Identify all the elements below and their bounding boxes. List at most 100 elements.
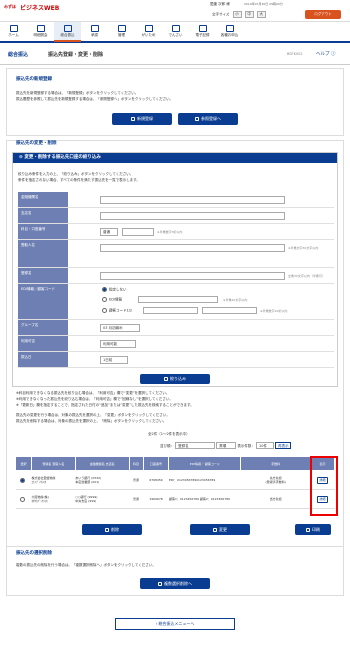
- font-size-small[interactable]: 小: [232, 11, 242, 18]
- th-account: 口座番号: [142, 456, 170, 471]
- globe-icon: [144, 25, 153, 32]
- nav-densai[interactable]: でんさい: [162, 22, 189, 42]
- table-row[interactable]: 大阪物産(株) ｵｵｻｶﾌﾞｯｻﾝ(ｶ ○○銀行 (9999) 中央支店 (999)…: [15, 489, 335, 509]
- results-table: 選択 登録名 受取人名 金融機関名 支店名 科目 口座番号 EDI情報／ 顧客コ…: [15, 456, 335, 509]
- new-registration-button[interactable]: 新規登録: [112, 113, 172, 125]
- redisplay-button[interactable]: 再表示: [275, 442, 292, 449]
- help-link[interactable]: ヘルプ ⓘ: [316, 51, 335, 57]
- th-fee: 手数料: [240, 456, 312, 471]
- nav-transfer[interactable]: 総合振込: [54, 22, 81, 42]
- result-count: 全2件（1～2件を表示中）: [148, 432, 190, 436]
- sort-label: 並び順：: [160, 444, 174, 448]
- nav-foreign[interactable]: がいため: [135, 22, 162, 42]
- row-select[interactable]: [15, 489, 32, 509]
- search-icon: [164, 377, 168, 381]
- font-size-medium[interactable]: 中: [244, 11, 254, 18]
- nav-home[interactable]: ホーム: [0, 22, 27, 42]
- payee-input[interactable]: [100, 244, 285, 252]
- screen-code: BSFK002: [287, 52, 303, 56]
- form-icon: [225, 25, 234, 32]
- new-registration-text1: 振込先を新規登録する場合は、「新規登録」ボタンをクリックしてください。: [16, 91, 139, 95]
- label-bank: 金融機関名: [18, 192, 68, 207]
- row-usage: 利用可否 利用可能: [18, 336, 334, 352]
- nav-erecord[interactable]: 電子記録: [189, 22, 216, 42]
- trash-icon: [158, 582, 162, 586]
- nav-admin[interactable]: 管理: [108, 22, 135, 42]
- cell-account: 1969678: [143, 489, 169, 509]
- filter-text1: 絞り込み条件を入力の上、「絞り込み」ボタンをクリックしてください。: [18, 172, 134, 176]
- cell-type: 普通: [129, 489, 144, 509]
- breadcrumb[interactable]: 総合振込: [8, 51, 28, 58]
- bulk-delete-button[interactable]: 複数選択削除へ: [140, 578, 210, 589]
- back-to-menu-button[interactable]: ‹ 総合振込メニューへ: [115, 618, 235, 630]
- row-radio[interactable]: [19, 477, 25, 483]
- edi-radio-edi[interactable]: [102, 297, 107, 302]
- row-bank: 金融機関名: [18, 192, 334, 208]
- edit-icon: [213, 528, 217, 532]
- cell-bank: あいう銀行 (0542) 本店営業部 (001): [75, 470, 130, 490]
- bank-input[interactable]: [100, 196, 285, 204]
- account-note: ※半角数字7桁以内: [157, 230, 183, 234]
- cell-name: 株式会社愛媛物産 ｴﾋﾒﾌﾞｯｻﾝ(ｶ: [31, 470, 76, 490]
- notice3: ※「更新日」欄を指定することで、指定された日付の“追加”または“変更”した振込先…: [16, 403, 194, 407]
- print-button[interactable]: 印刷: [295, 524, 331, 535]
- nav-applications[interactable]: 各種お申込: [216, 22, 243, 42]
- filter-button[interactable]: 絞り込み: [140, 374, 210, 384]
- change-button[interactable]: 変更: [190, 524, 250, 535]
- usage-select[interactable]: 利用可能: [100, 340, 136, 348]
- edi-radio-none[interactable]: [102, 287, 107, 292]
- nav-approval[interactable]: 承認: [81, 22, 108, 42]
- detail-highlight: [310, 456, 338, 516]
- row-radio[interactable]: [19, 496, 25, 502]
- row-payee: 受取人名 ※半角文字30文字以内: [18, 240, 334, 268]
- customer-code1-input[interactable]: [143, 307, 198, 314]
- label-usage: 利用可否: [18, 336, 68, 351]
- sort-select[interactable]: 登録名: [175, 442, 216, 449]
- account-number-input[interactable]: [122, 228, 154, 236]
- font-size-control: 文字サイズ 小 中 大: [212, 11, 266, 18]
- row-select[interactable]: [15, 470, 32, 490]
- cell-edi: 顧客1：0123456789 顧客2：0123456789: [168, 489, 241, 509]
- branch-input[interactable]: [100, 212, 285, 220]
- search-icon: [195, 117, 199, 121]
- notice2: ※利用できなくなった振込先を絞り込む場合は、「利用可否」欄で“回線なし”を選択し…: [16, 397, 173, 401]
- group-select[interactable]: 03 月初締め: [100, 324, 140, 332]
- label-branch: 支店名: [18, 208, 68, 223]
- edi-option-edi[interactable]: EDI情報: [102, 297, 122, 303]
- cell-fee: 当方負担: [240, 489, 311, 509]
- plus-icon: [131, 117, 135, 121]
- approval-icon: [90, 25, 99, 32]
- densai-icon: [171, 25, 180, 32]
- bulk-delete-text: 複数の振込先の削除を行う場合は、「複数選択削除へ」ボタンをクリックしてください。: [16, 563, 156, 567]
- account-type-select[interactable]: 普通: [100, 228, 118, 236]
- sort-dir-select[interactable]: 昇順: [216, 442, 237, 449]
- results-table-wrap: 選択 登録名 受取人名 金融機関名 支店名 科目 口座番号 EDI情報／ 顧客コ…: [15, 456, 335, 509]
- label-date: 振込日: [18, 352, 68, 367]
- per-page-select[interactable]: 10件: [256, 442, 274, 449]
- row-date: 振込日 1日前: [18, 352, 334, 368]
- nav-statements[interactable]: 明細照会: [27, 22, 54, 42]
- regname-input[interactable]: [100, 272, 285, 280]
- label-group: グループ名: [18, 320, 68, 335]
- edi-input[interactable]: [138, 296, 218, 303]
- document-icon: [36, 25, 45, 32]
- font-size-large[interactable]: 大: [256, 11, 266, 18]
- filter-title[interactable]: ⊖ 変更・削除する振込先口座の絞り込み: [13, 153, 337, 163]
- table-row[interactable]: 株式会社愛媛物産 ｴﾋﾒﾌﾞｯｻﾝ(ｶ あいう銀行 (0542) 本店営業部 (00…: [15, 470, 335, 490]
- logout-button[interactable]: ログアウト: [305, 10, 341, 19]
- gear-icon: [117, 25, 126, 32]
- reference-registration-button[interactable]: 参照登録へ: [178, 113, 238, 125]
- row-branch: 支店名: [18, 208, 334, 224]
- label-account: 科目・口座番号: [18, 224, 68, 239]
- th-type: 科目: [128, 456, 144, 471]
- edi-radio-customer[interactable]: [102, 308, 107, 313]
- edi-option-none[interactable]: 指定しない: [102, 287, 127, 293]
- date-select[interactable]: 1日前: [100, 356, 128, 364]
- new-registration-heading: 振込先の新規登録: [16, 77, 52, 82]
- new-registration-text2: 振込履歴を参照して振込先を新規登録する場合は、「参照登録へ」ボタンをクリックして…: [16, 97, 174, 101]
- row-account: 科目・口座番号 普通 ※半角数字7桁以内: [18, 224, 334, 240]
- edi-option-customer[interactable]: 顧客コード1/2: [102, 308, 132, 314]
- table-header-row: 選択 登録名 受取人名 金融機関名 支店名 科目 口座番号 EDI情報／ 顧客コ…: [15, 456, 335, 471]
- customer-code2-input[interactable]: [202, 307, 257, 314]
- delete-button[interactable]: 削除: [82, 524, 142, 535]
